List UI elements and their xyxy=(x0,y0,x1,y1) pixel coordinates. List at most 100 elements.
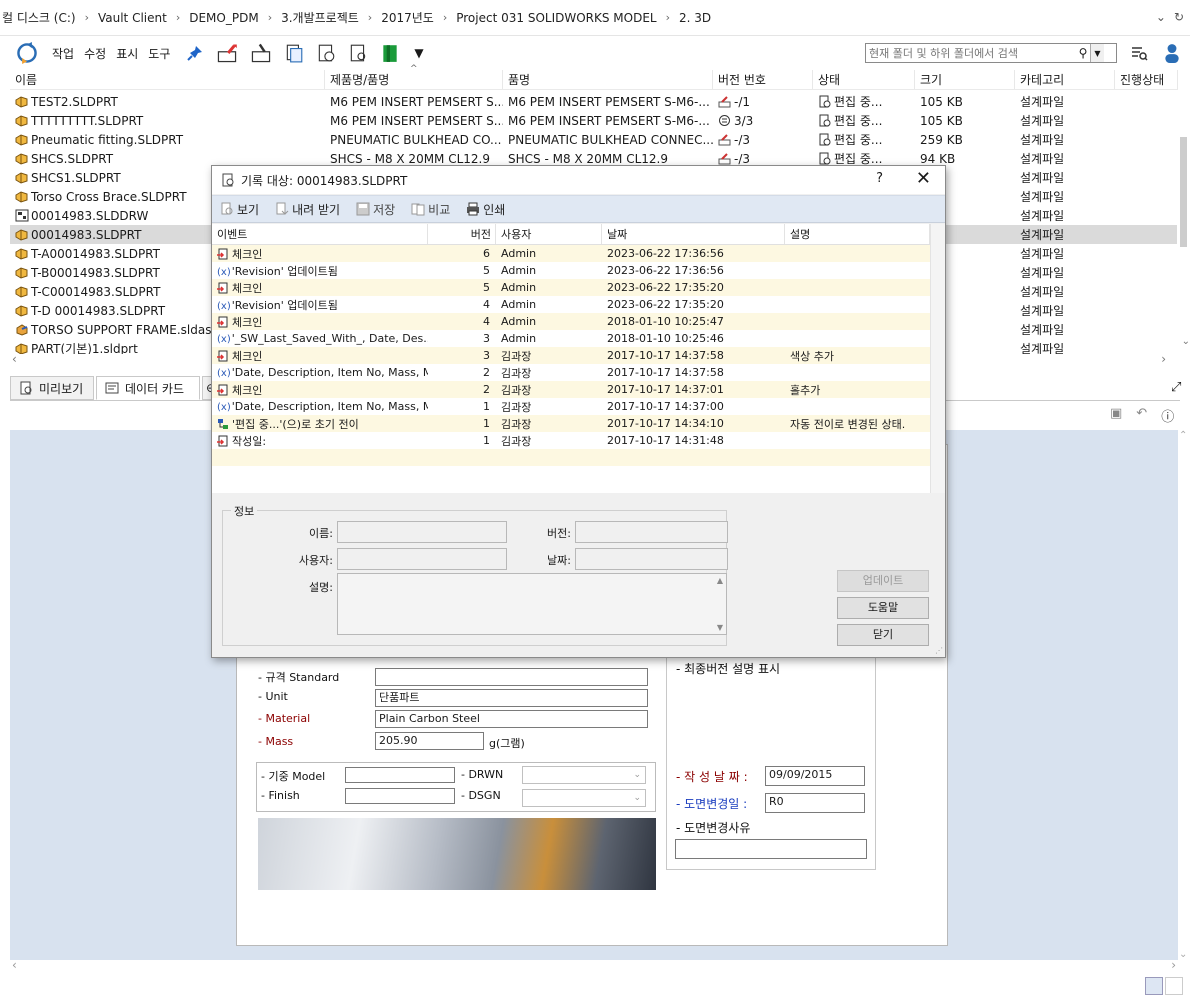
standard-field[interactable] xyxy=(375,668,648,686)
info-desc-field[interactable]: ▲ ▼ xyxy=(337,573,727,635)
print-button[interactable]: 인쇄 xyxy=(466,201,505,218)
advanced-search-icon[interactable] xyxy=(1130,44,1148,62)
col-date[interactable]: 날짜 xyxy=(602,224,785,244)
col-part[interactable]: 품명 xyxy=(503,70,713,89)
history-row[interactable]: 체크인 6 Admin 2023-06-22 17:36:56 xyxy=(212,245,930,262)
copy-file-icon[interactable] xyxy=(284,43,304,63)
history-event: 작성일: xyxy=(232,434,267,448)
menu-action[interactable]: 작업 xyxy=(52,45,74,62)
search-input[interactable] xyxy=(866,46,1076,60)
col-category[interactable]: 카테고리 xyxy=(1015,70,1115,89)
drwn-select[interactable]: ⌄ xyxy=(522,766,646,784)
search-dropdown-icon[interactable]: ▼ xyxy=(1090,44,1104,62)
compare-button[interactable]: 비교 xyxy=(411,201,450,218)
help-button[interactable]: 도움말 xyxy=(837,597,929,619)
dialog-help-button[interactable]: ? xyxy=(876,171,883,186)
history-row[interactable]: 체크인 4 Admin 2018-01-10 10:25:47 xyxy=(212,313,930,330)
card-hscrollbar[interactable]: ‹ › xyxy=(10,958,1178,974)
breadcrumb-item[interactable]: Vault Client xyxy=(96,11,169,25)
card-vscrollbar[interactable]: ⌃ ⌄ xyxy=(1177,430,1190,960)
checkout-icon[interactable] xyxy=(216,42,238,64)
breadcrumb-item[interactable]: 3.개발프로젝트 xyxy=(279,9,361,26)
reason-field[interactable] xyxy=(675,839,867,859)
history-row[interactable]: (x)'Date, Description, Item No, Mass, M.… xyxy=(212,398,930,415)
scroll-up-icon[interactable]: ▲ xyxy=(717,576,723,585)
history-row[interactable]: 체크인 3 김과장 2017-10-17 14:37:58 색상 추가 xyxy=(212,347,930,364)
scroll-down-icon[interactable]: ▼ xyxy=(717,623,723,632)
dsgn-select[interactable]: ⌄ xyxy=(522,789,646,807)
col-name[interactable]: 이름 xyxy=(10,70,325,89)
breadcrumb-item[interactable]: 2. 3D xyxy=(677,11,713,25)
col-size[interactable]: 크기 xyxy=(915,70,1015,89)
created-field[interactable]: 09/09/2015 xyxy=(765,766,865,786)
breadcrumb-item[interactable]: 2017년도 xyxy=(379,9,436,26)
dialog-close-icon[interactable]: ✕ xyxy=(916,168,931,189)
history-row[interactable]: 체크인 5 Admin 2023-06-22 17:35:20 xyxy=(212,279,930,296)
unit-field[interactable]: 단품파트 xyxy=(375,689,648,707)
details-view-icon[interactable] xyxy=(1145,977,1163,995)
help-circle-icon[interactable]: ⓘ xyxy=(1161,406,1174,425)
file-row[interactable]: TTTTTTTTT.SLDPRT M6 PEM INSERT PEMSERT S.… xyxy=(10,111,1178,130)
info-version-field[interactable] xyxy=(575,521,728,543)
save-card-icon[interactable]: ▣ xyxy=(1110,406,1122,425)
history-row[interactable]: (x)'Revision' 업데이트됨 5 Admin 2023-06-22 17:3… xyxy=(212,262,930,279)
finish-field[interactable] xyxy=(345,788,455,804)
history-dropdown-icon[interactable]: ⌄ xyxy=(1156,10,1166,24)
list-view-icon[interactable] xyxy=(1165,977,1183,995)
search-icon[interactable]: ⚲ xyxy=(1076,46,1090,60)
info-date-field[interactable] xyxy=(575,548,728,570)
tab-preview[interactable]: 미리보기 xyxy=(10,376,94,400)
checkin-icon[interactable] xyxy=(250,42,272,64)
resize-grip-icon[interactable]: ⋰ xyxy=(935,646,943,655)
history-row[interactable]: 작성일: 1 김과장 2017-10-17 14:31:48 xyxy=(212,432,930,449)
undo-icon[interactable]: ↶ xyxy=(1136,406,1147,425)
mass-field[interactable]: 205.90 xyxy=(375,732,484,750)
col-user[interactable]: 사용자 xyxy=(496,224,602,244)
info-user-field[interactable] xyxy=(337,548,507,570)
col-event[interactable]: 이벤트 xyxy=(212,224,428,244)
info-name-field[interactable] xyxy=(337,521,507,543)
file-list-scrollbar[interactable] xyxy=(1177,92,1190,354)
search-box[interactable]: ⚲ ▼ xyxy=(865,43,1117,63)
close-button[interactable]: 닫기 xyxy=(837,624,929,646)
history-row[interactable]: (x)'_SW_Last_Saved_With_, Date, Des... 3 A… xyxy=(212,330,930,347)
save-button[interactable]: 저장 xyxy=(356,201,395,218)
col-state[interactable]: 상태 xyxy=(813,70,915,89)
pin-icon[interactable] xyxy=(186,44,204,62)
download-button[interactable]: 내려 받기 xyxy=(275,201,340,218)
tab-datacard[interactable]: 데이터 카드 xyxy=(96,376,200,400)
history-scrollbar[interactable] xyxy=(930,224,945,493)
base-model-field[interactable] xyxy=(345,767,455,783)
view-button[interactable]: 보기 xyxy=(220,201,259,218)
breadcrumb-item[interactable]: DEMO_PDM xyxy=(187,11,260,25)
col-hist-version[interactable]: 버전 xyxy=(428,224,496,244)
history-row[interactable]: '편집 중...'(으)로 초기 전이 1 김과장 2017-10-17 14:34:… xyxy=(212,415,930,432)
user-icon[interactable] xyxy=(1162,42,1182,64)
file-row[interactable]: TEST2.SLDPRT M6 PEM INSERT PEMSERT S... M6… xyxy=(10,92,1178,111)
breadcrumb-item[interactable]: 컬 디스크 (C:) xyxy=(0,9,78,26)
file-row[interactable]: Pneumatic fitting.SLDPRT PNEUMATIC BULKHE… xyxy=(10,130,1178,149)
expand-icon[interactable]: ⤢ xyxy=(1171,380,1181,395)
search-file-icon[interactable] xyxy=(348,43,368,63)
col-version[interactable]: 버전 번호 xyxy=(713,70,813,89)
breadcrumb-item[interactable]: Project 031 SOLIDWORKS MODEL xyxy=(454,11,658,25)
datacard-icon xyxy=(105,382,119,394)
scrollbar-thumb[interactable] xyxy=(1180,137,1187,247)
history-file-icon[interactable] xyxy=(316,43,336,63)
col-desc[interactable]: 설명 xyxy=(785,224,930,244)
dialog-titlebar[interactable]: 기록 대상: 00014983.SLDPRT ? ✕ xyxy=(212,166,945,194)
col-progress[interactable]: 진행상태 xyxy=(1115,70,1178,89)
menu-view[interactable]: 표시 xyxy=(116,45,138,62)
history-row[interactable]: (x)'Revision' 업데이트됨 4 Admin 2023-06-22 17:3… xyxy=(212,296,930,313)
refresh-path-icon[interactable]: ↻ xyxy=(1174,10,1184,24)
menu-modify[interactable]: 수정 xyxy=(84,45,106,62)
material-field[interactable]: Plain Carbon Steel xyxy=(375,710,648,728)
history-row[interactable]: 체크인 2 김과장 2017-10-17 14:37:01 홀추가 xyxy=(212,381,930,398)
update-button[interactable]: 업데이트 xyxy=(837,570,929,592)
more-dropdown-icon[interactable]: ▼ xyxy=(414,46,423,60)
menu-tools[interactable]: 도구 xyxy=(148,45,170,62)
refresh-icon[interactable] xyxy=(16,42,38,64)
rev-field[interactable]: R0 xyxy=(765,793,865,813)
open-folder-icon[interactable] xyxy=(380,43,400,63)
history-row[interactable]: (x)'Date, Description, Item No, Mass, M.… xyxy=(212,364,930,381)
